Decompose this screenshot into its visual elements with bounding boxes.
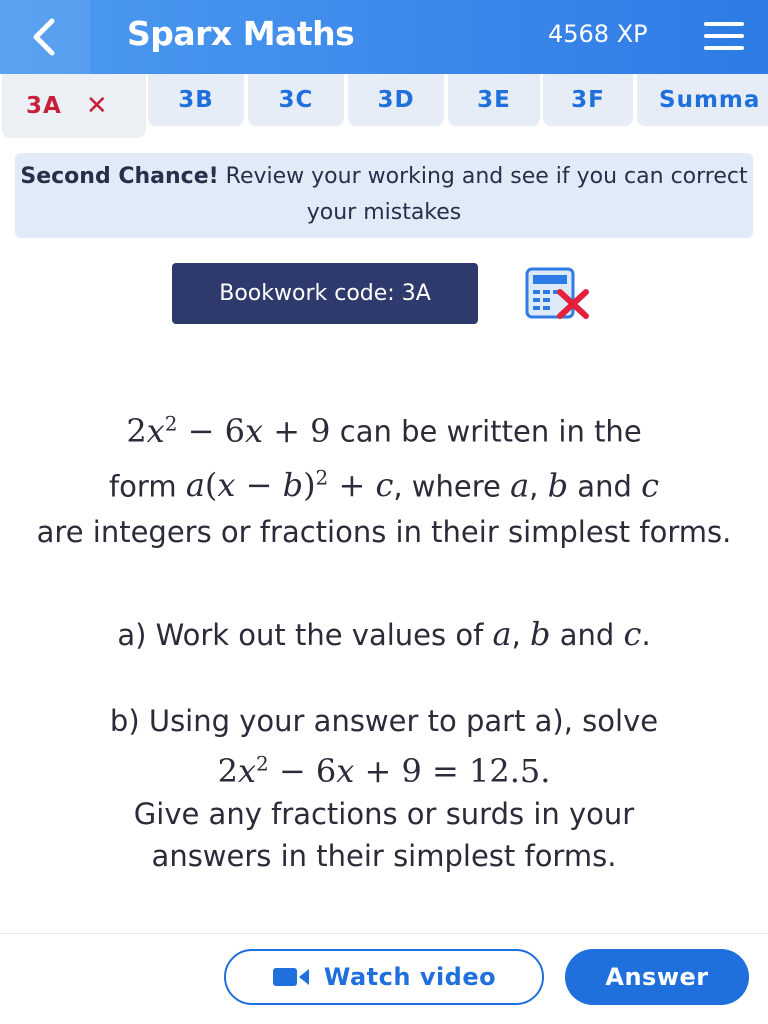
part-b-equation: 2x2 − 6x + 9 = 12.5. <box>217 751 551 790</box>
tab-3f[interactable]: 3F <box>543 74 633 126</box>
part-b-instructions: Give any fractions or surds in your answ… <box>133 796 635 873</box>
second-chance-banner: Second Chance! Review your working and s… <box>15 153 753 238</box>
tab-3b[interactable]: 3B <box>148 74 244 126</box>
tab-3e[interactable]: 3E <box>448 74 540 126</box>
answer-button[interactable]: Answer <box>565 949 749 1005</box>
question-line-1: 2x2 − 6x + 9 can be written in the <box>126 411 642 450</box>
hamburger-menu-icon[interactable] <box>704 22 744 52</box>
tab-3c[interactable]: 3C <box>248 74 344 126</box>
question-line-2: form a(x − b)2 + c, where a, b and c <box>108 465 660 505</box>
watch-video-button[interactable]: Watch video <box>224 949 544 1005</box>
part-b-line-1: b) Using your answer to part a), solve <box>109 704 659 738</box>
app-title: Sparx Maths <box>127 14 355 53</box>
tab-3d[interactable]: 3D <box>348 74 444 126</box>
tab-3a[interactable]: 3A ✕ <box>2 74 146 138</box>
question-line-3: are integers or fractions in their simpl… <box>36 515 732 550</box>
app-header: Sparx Maths 4568 XP <box>0 0 768 74</box>
banner-title: Second Chance! <box>20 164 219 189</box>
part-b: b) Using your answer to part a), solve 2… <box>0 700 768 877</box>
watch-video-label: Watch video <box>323 963 497 991</box>
bookwork-code: Bookwork code: 3A <box>172 263 478 324</box>
math-form: a(x − b)2 + c <box>185 465 394 505</box>
banner-text: Review your working and see if you can c… <box>218 164 748 225</box>
calculator-not-allowed-icon <box>525 267 589 319</box>
xp-counter: 4568 XP <box>548 20 648 48</box>
part-a: a) Work out the values of a, b and c. <box>117 615 651 653</box>
chevron-left-icon <box>33 18 55 56</box>
task-tabs: 3A ✕ 3B 3C 3D 3E 3F Summa <box>0 74 768 140</box>
close-icon[interactable]: ✕ <box>86 91 109 121</box>
math-expression: 2x2 − 6x + 9 <box>126 411 331 450</box>
back-button[interactable] <box>0 0 90 74</box>
footer-divider <box>0 933 768 934</box>
tab-summary[interactable]: Summa <box>637 74 768 126</box>
question-text: 2x2 − 6x + 9 can be written in the form … <box>0 400 768 555</box>
video-camera-icon <box>272 968 309 986</box>
tab-label: 3A <box>26 93 62 119</box>
